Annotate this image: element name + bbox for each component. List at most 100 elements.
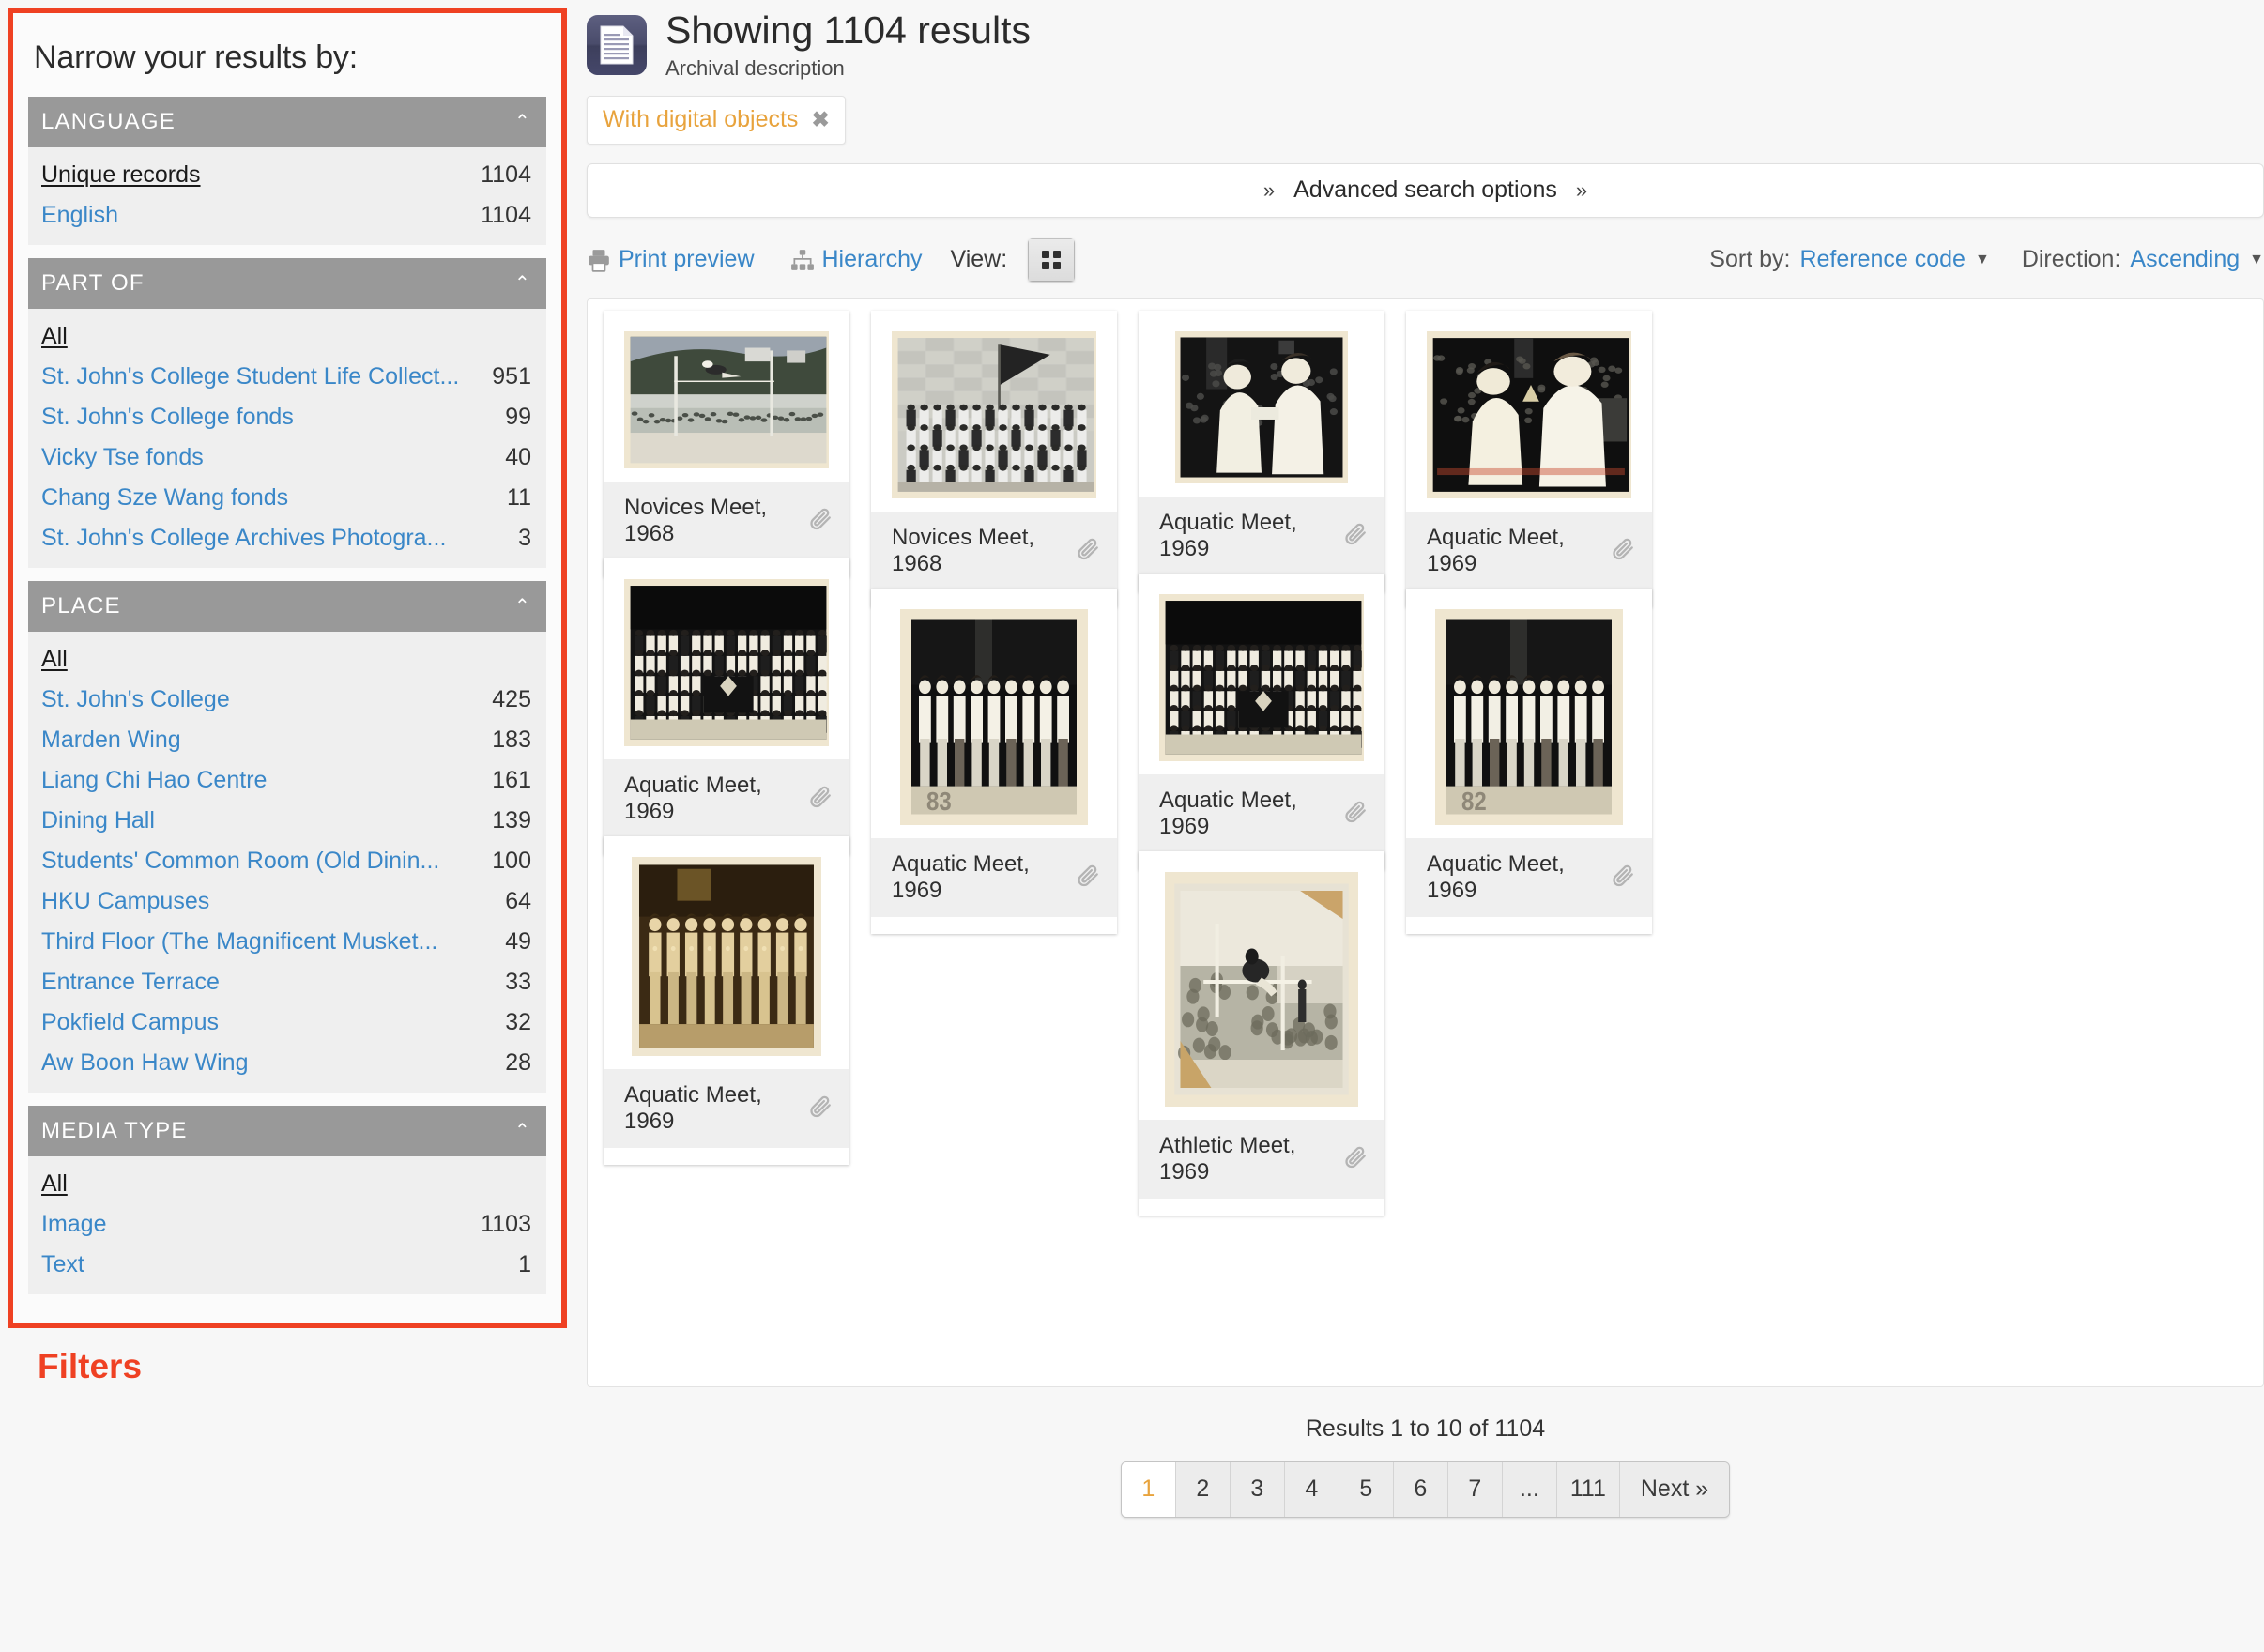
grid-view-icon[interactable] xyxy=(1029,238,1075,281)
result-title[interactable]: Aquatic Meet, 1969 xyxy=(624,772,808,825)
result-thumbnail[interactable]: 82 xyxy=(1406,588,1652,825)
facet-row[interactable]: Entrance Terrace 33 xyxy=(28,962,546,1002)
facet-item-label[interactable]: Chang Sze Wang fonds xyxy=(41,484,299,512)
facet-row[interactable]: Dining Hall 139 xyxy=(28,801,546,841)
result-thumbnail[interactable] xyxy=(1139,310,1384,483)
facet-item-label[interactable]: Liang Chi Hao Centre xyxy=(41,767,278,794)
result-title[interactable]: Athletic Meet, 1969 xyxy=(1159,1133,1343,1185)
pagination-page-button[interactable]: 4 xyxy=(1284,1461,1339,1517)
facet-row[interactable]: All xyxy=(28,1164,546,1204)
pagination-page-button[interactable]: 111 xyxy=(1556,1461,1620,1517)
result-card[interactable]: 82 Aquatic Meet, 1969 xyxy=(1406,588,1652,934)
facet-header[interactable]: MEDIA TYPE ⌃ xyxy=(28,1106,546,1156)
pagination-next-button[interactable]: Next » xyxy=(1619,1461,1730,1517)
facet-row[interactable]: Vicky Tse fonds 40 xyxy=(28,437,546,478)
facet-row[interactable]: Chang Sze Wang fonds 11 xyxy=(28,478,546,518)
result-title[interactable]: Aquatic Meet, 1969 xyxy=(1427,851,1611,904)
pagination-page-button[interactable]: 6 xyxy=(1393,1461,1448,1517)
facet-item-label[interactable]: St. John's College Archives Photogra... xyxy=(41,525,457,552)
facet-row[interactable]: English 1104 xyxy=(28,195,546,236)
chevron-down-icon-direction[interactable]: ▼ xyxy=(2249,252,2264,268)
facet-item-label[interactable]: St. John's College fonds xyxy=(41,404,305,431)
facet-row[interactable]: Aw Boon Haw Wing 28 xyxy=(28,1043,546,1083)
result-title[interactable]: Aquatic Meet, 1969 xyxy=(1159,788,1343,840)
result-card[interactable]: Athletic Meet, 1969 xyxy=(1139,850,1384,1216)
facet-row[interactable]: Marden Wing 183 xyxy=(28,720,546,760)
pagination-page-button[interactable]: 7 xyxy=(1447,1461,1503,1517)
chevron-up-icon[interactable]: ⌃ xyxy=(514,597,531,616)
facet-header[interactable]: PLACE ⌃ xyxy=(28,581,546,632)
facet-item-label[interactable]: English xyxy=(41,202,130,229)
facet-item-label[interactable]: Marden Wing xyxy=(41,727,192,754)
facet-item-label[interactable]: Aw Boon Haw Wing xyxy=(41,1049,259,1077)
facet-item-label[interactable]: Pokfield Campus xyxy=(41,1009,230,1036)
result-thumbnail[interactable] xyxy=(1139,573,1384,761)
facet-row[interactable]: St. John's College 425 xyxy=(28,680,546,720)
facet-item-label[interactable]: Image xyxy=(41,1211,117,1238)
facet-item-label[interactable]: All xyxy=(41,646,79,673)
facet-item-label[interactable]: Entrance Terrace xyxy=(41,969,231,996)
result-title[interactable]: Aquatic Meet, 1969 xyxy=(624,1082,808,1135)
facet-item-label[interactable]: HKU Campuses xyxy=(41,888,221,915)
facet-item-label[interactable]: Dining Hall xyxy=(41,807,166,834)
facet-row[interactable]: All xyxy=(28,316,546,357)
pagination-page-button[interactable]: 3 xyxy=(1230,1461,1285,1517)
facet-item-label[interactable]: Text xyxy=(41,1251,96,1278)
facet-row[interactable]: HKU Campuses 64 xyxy=(28,881,546,922)
result-card[interactable]: Novices Meet, 1968 xyxy=(604,310,849,577)
facet-row[interactable]: All xyxy=(28,639,546,680)
result-title[interactable]: Aquatic Meet, 1969 xyxy=(1159,510,1343,562)
facet-header[interactable]: LANGUAGE ⌃ xyxy=(28,97,546,147)
result-title[interactable]: Aquatic Meet, 1969 xyxy=(892,851,1076,904)
facet-item-label[interactable]: All xyxy=(41,1170,79,1198)
chevron-down-icon-sort[interactable]: ▼ xyxy=(1975,252,1990,268)
facet-row[interactable]: Liang Chi Hao Centre 161 xyxy=(28,760,546,801)
chevron-up-icon[interactable]: ⌃ xyxy=(514,1122,531,1140)
facet-row[interactable]: St. John's College Student Life Collect.… xyxy=(28,357,546,397)
result-title[interactable]: Aquatic Meet, 1969 xyxy=(1427,525,1611,577)
pagination-page-button[interactable]: 5 xyxy=(1339,1461,1394,1517)
result-card[interactable]: 83 Aquatic Meet, 1969 xyxy=(871,588,1117,934)
print-preview-link[interactable]: Print preview xyxy=(619,246,755,273)
result-card[interactable]: Aquatic Meet, 1969 xyxy=(1139,310,1384,592)
result-thumbnail[interactable]: 83 xyxy=(871,588,1117,825)
filter-chip-digital-objects[interactable]: With digital objects ✖ xyxy=(587,95,846,145)
facet-header[interactable]: PART OF ⌃ xyxy=(28,258,546,309)
result-card[interactable]: Aquatic Meet, 1969 xyxy=(1406,310,1652,607)
facet-row[interactable]: Students' Common Room (Old Dinin... 100 xyxy=(28,841,546,881)
facet-row[interactable]: St. John's College Archives Photogra... 3 xyxy=(28,518,546,558)
result-thumbnail[interactable] xyxy=(1139,850,1384,1107)
chevron-up-icon[interactable]: ⌃ xyxy=(514,113,531,131)
chevron-up-icon[interactable]: ⌃ xyxy=(514,274,531,293)
pagination-page-button[interactable]: 2 xyxy=(1175,1461,1231,1517)
facet-row[interactable]: Unique records 1104 xyxy=(28,155,546,195)
facet-item-label[interactable]: Vicky Tse fonds xyxy=(41,444,215,471)
sort-by-value[interactable]: Reference code xyxy=(1799,246,1966,273)
direction-value[interactable]: Ascending xyxy=(2130,246,2240,273)
result-thumbnail[interactable] xyxy=(871,310,1117,498)
result-thumbnail[interactable] xyxy=(1406,310,1652,498)
facet-item-label[interactable]: St. John's College xyxy=(41,686,241,713)
pagination-page-button[interactable]: 1 xyxy=(1121,1461,1176,1517)
result-title[interactable]: Novices Meet, 1968 xyxy=(624,495,808,547)
result-card[interactable]: Novices Meet, 1968 xyxy=(871,310,1117,607)
facet-row[interactable]: Pokfield Campus 32 xyxy=(28,1002,546,1043)
result-thumbnail[interactable] xyxy=(604,310,849,468)
facet-item-label[interactable]: Students' Common Room (Old Dinin... xyxy=(41,848,451,875)
close-icon[interactable]: ✖ xyxy=(811,107,829,132)
facet-row[interactable]: Text 1 xyxy=(28,1245,546,1285)
result-card[interactable]: Aquatic Meet, 1969 xyxy=(604,558,849,855)
facet-item-label[interactable]: Third Floor (The Magnificent Musket... xyxy=(41,928,449,956)
result-title[interactable]: Novices Meet, 1968 xyxy=(892,525,1076,577)
result-thumbnail[interactable] xyxy=(604,835,849,1056)
facet-row[interactable]: Third Floor (The Magnificent Musket... 49 xyxy=(28,922,546,962)
facet-item-label[interactable]: Unique records xyxy=(41,161,212,189)
hierarchy-link[interactable]: Hierarchy xyxy=(822,246,923,273)
facet-item-label[interactable]: St. John's College Student Life Collect.… xyxy=(41,363,470,390)
result-card[interactable]: Aquatic Meet, 1969 xyxy=(604,835,849,1165)
advanced-search-toggle[interactable]: » Advanced search options » xyxy=(587,162,2264,218)
facet-row[interactable]: St. John's College fonds 99 xyxy=(28,397,546,437)
pagination-page-button[interactable]: ... xyxy=(1502,1461,1557,1517)
facet-row[interactable]: Image 1103 xyxy=(28,1204,546,1245)
result-card[interactable]: Aquatic Meet, 1969 xyxy=(1139,573,1384,870)
